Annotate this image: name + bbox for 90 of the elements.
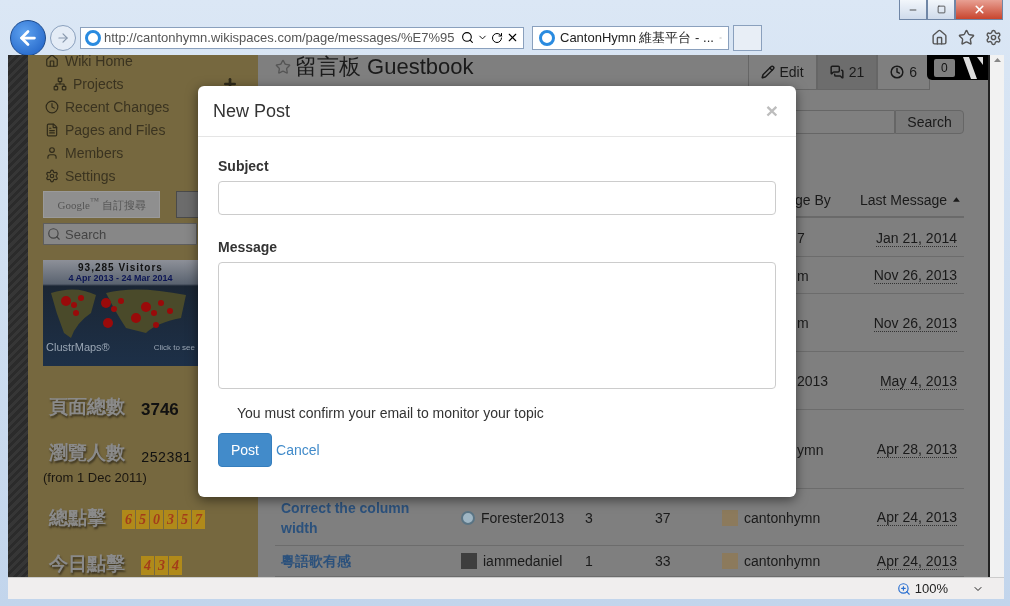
- zoom-icon[interactable]: [896, 581, 911, 596]
- search-button[interactable]: Search: [895, 110, 964, 134]
- clock-icon: [45, 99, 59, 114]
- scrollbar[interactable]: [988, 55, 1004, 577]
- messages-button[interactable]: 21: [816, 55, 878, 90]
- close-icon: [972, 3, 986, 16]
- chat-bubbles-icon: [829, 65, 844, 79]
- avatar-photo-placeholder: [722, 509, 738, 526]
- notice-text: You must confirm your email to monitor your topic: [237, 405, 545, 421]
- cancel-link[interactable]: Cancel: [276, 442, 320, 458]
- date-cell: May 4, 2013: [854, 353, 964, 410]
- clock-icon: [890, 65, 905, 79]
- user-name: Forester2013: [481, 509, 565, 526]
- topic-link[interactable]: 粵語歌有感: [281, 551, 351, 571]
- edit-button[interactable]: Edit: [747, 55, 817, 90]
- user-name: iammedaniel: [483, 553, 563, 569]
- document-icon: [45, 122, 59, 137]
- date-cell: Nov 26, 2013: [854, 258, 964, 294]
- stat-value: 252381: [141, 450, 192, 466]
- close-button[interactable]: ×: [762, 99, 781, 123]
- field-label: Subject: [218, 158, 270, 174]
- stat-value: 3746: [141, 400, 179, 420]
- sidebar-item[interactable]: Wiki Home: [43, 55, 258, 72]
- stat-note: (from 1 Dec 2011): [43, 470, 148, 485]
- stat-label: 頁面總數: [49, 394, 125, 419]
- maximize-icon: [936, 5, 946, 14]
- home-icon[interactable]: [931, 29, 948, 46]
- stat-label: 瀏覽人數: [49, 440, 125, 465]
- sort-caret-icon: [953, 197, 960, 202]
- browser-tab[interactable]: CantonHymn 維基平台 - ...: [532, 25, 729, 50]
- counter-digit: 5: [136, 510, 149, 529]
- history-button[interactable]: 6: [877, 55, 930, 90]
- new-tab-button[interactable]: [733, 24, 762, 51]
- search-icon: [47, 227, 61, 241]
- counter-digit: 5: [178, 510, 191, 529]
- pencil-icon: [760, 65, 775, 79]
- search-icon[interactable]: [461, 31, 474, 44]
- stat-label: 總點擊: [49, 505, 106, 530]
- subject-field[interactable]: [218, 181, 776, 215]
- page-title: 留言板 Guestbook: [275, 51, 474, 82]
- column-header[interactable]: Last Message: [854, 183, 964, 218]
- counter-digit: 4: [169, 556, 182, 575]
- counter-digit: 6: [122, 510, 135, 529]
- topic-link[interactable]: Correct the column width: [281, 497, 448, 538]
- browser-logo-icon: [539, 29, 555, 46]
- counter-digit: 7: [192, 510, 205, 529]
- count-badge: 0: [934, 58, 955, 77]
- post-button[interactable]: Post: [218, 433, 272, 467]
- field-label: Message: [218, 239, 279, 255]
- visitor-map-widget[interactable]: 93,285 Visitors 4 Apr 2013 - 24 Mar 2014 ClustrMaps® Click to see: [43, 260, 198, 366]
- settings-icon[interactable]: [985, 29, 1002, 46]
- close-icon[interactable]: [506, 31, 519, 44]
- counter-digit: 4: [141, 556, 154, 575]
- widget-hint: Click to see: [153, 342, 195, 352]
- notification-widget[interactable]: 0: [927, 55, 988, 80]
- maximize-button[interactable]: [927, 0, 955, 20]
- date-range: 4 Apr 2013 - 24 Mar 2014: [68, 273, 173, 283]
- arrow-right-icon: [56, 30, 70, 45]
- user-icon: [45, 145, 59, 160]
- counter-digit: 3: [164, 510, 177, 529]
- home-icon: [45, 55, 59, 68]
- zoom-level[interactable]: 100%: [914, 581, 948, 596]
- date-cell: Jan 21, 2014: [854, 220, 964, 257]
- address-bar[interactable]: http://cantonhymn.wikispaces.com/page/messages/%E7%95: [80, 26, 524, 49]
- star-icon[interactable]: [275, 58, 291, 75]
- avatar-photo-placeholder: [722, 553, 738, 569]
- browser-logo-icon: [85, 29, 101, 46]
- sitemap-icon: [53, 76, 67, 91]
- stat-label: 今日點擊: [49, 551, 125, 576]
- user-name: cantonhymn: [744, 509, 821, 526]
- date-cell: Apr 24, 2013: [854, 490, 964, 546]
- minimize-button[interactable]: [899, 0, 927, 20]
- close-button[interactable]: [955, 0, 1003, 20]
- widget-brand: ClustrMaps®: [46, 341, 110, 353]
- user-name: cantonhymn: [744, 553, 821, 569]
- avatar-icon: [461, 510, 475, 525]
- counter-digit: 3: [155, 556, 168, 575]
- back-button[interactable]: [10, 19, 46, 56]
- date-cell: Apr 28, 2013: [854, 411, 964, 489]
- counter-digit: 0: [150, 510, 163, 529]
- slash-logo-icon: [962, 56, 983, 79]
- visitor-count: 93,285 Visitors: [78, 262, 163, 273]
- scroll-up-icon[interactable]: [993, 58, 1001, 62]
- date-cell: Nov 26, 2013: [854, 295, 964, 352]
- settings-icon: [45, 168, 59, 183]
- star-icon[interactable]: [958, 29, 975, 46]
- refresh-icon[interactable]: [491, 31, 503, 44]
- message-field[interactable]: [218, 262, 776, 389]
- search-field[interactable]: Search: [43, 223, 197, 245]
- avatar-icon: [461, 553, 477, 569]
